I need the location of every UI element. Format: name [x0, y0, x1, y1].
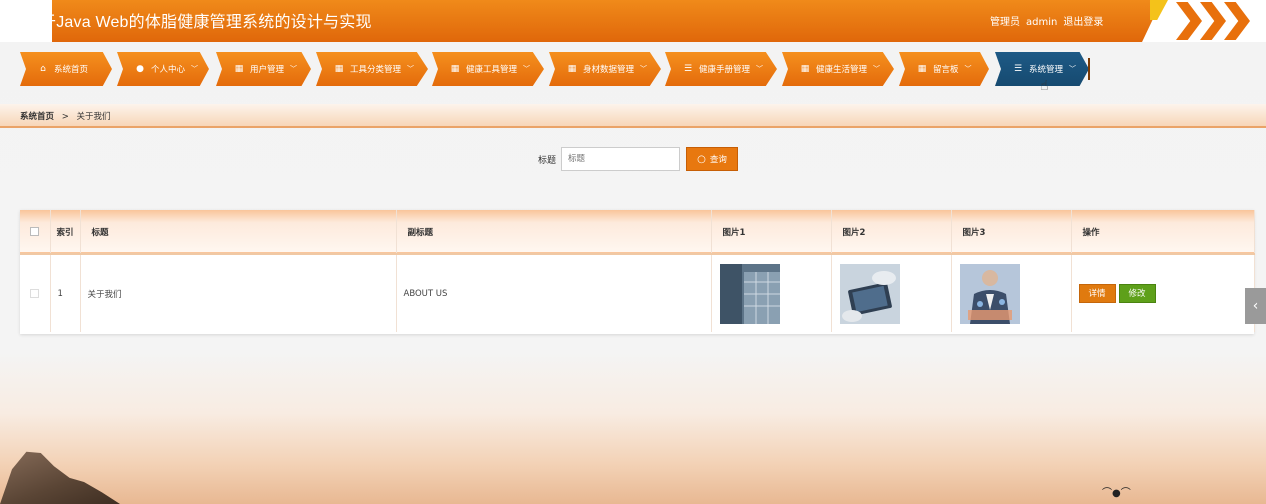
- hand-cursor-icon: ☝: [1040, 78, 1049, 94]
- row-image-3: [951, 254, 1072, 332]
- breadcrumb-home[interactable]: 系统首页: [20, 112, 54, 122]
- row-actions: 详情 修改: [1071, 254, 1255, 332]
- chevron-down-icon: ﹀: [1069, 65, 1077, 73]
- edit-button[interactable]: 修改: [1118, 284, 1156, 303]
- data-table: 索引 标题 副标题 图片1 图片2 图片3 操作 1 关于我们 ABOUT US: [20, 210, 1255, 334]
- nav-item-users[interactable]: ▦ 用户管理 ﹀: [216, 52, 311, 86]
- nav-item-home[interactable]: ⌂ 系统首页: [20, 52, 112, 86]
- chevron-down-icon: ﹀: [756, 65, 764, 73]
- grid-icon: ▦: [917, 64, 927, 74]
- nav-item-health-manual[interactable]: ☰ 健康手册管理 ﹀: [665, 52, 777, 86]
- nav-item-label: 用户管理: [250, 65, 285, 75]
- breadcrumb: 系统首页 > 关于我们: [20, 110, 111, 122]
- logout-link[interactable]: 退出登录: [1063, 17, 1103, 28]
- username: admin: [1026, 17, 1058, 28]
- nav-item-label: 系统首页: [54, 65, 89, 75]
- grid-icon: ▦: [450, 64, 460, 74]
- column-header[interactable]: 图片2: [831, 210, 952, 254]
- chevron-decoration-icon: [1200, 2, 1226, 40]
- row-title: 关于我们: [80, 254, 397, 332]
- grid-icon: ▦: [334, 64, 344, 74]
- column-header: 操作: [1071, 210, 1255, 254]
- grid-icon: ▦: [234, 64, 244, 74]
- nav-item-label: 留言板: [933, 65, 959, 75]
- tablet-photo-thumbnail[interactable]: [839, 263, 900, 324]
- row-image-1: [711, 254, 832, 332]
- breadcrumb-current: 关于我们: [76, 112, 111, 122]
- row-index: 1: [50, 254, 81, 332]
- grid-icon: ▦: [800, 64, 810, 74]
- search-icon: ○: [697, 153, 706, 165]
- chevron-down-icon: ﹀: [523, 65, 531, 73]
- nav-item-label: 身材数据管理: [583, 65, 635, 75]
- breadcrumb-bar: 系统首页 > 关于我们: [0, 104, 1266, 128]
- nav-item-label: 个人中心: [151, 65, 186, 75]
- chevron-down-icon: ﹀: [640, 65, 648, 73]
- user-area: 管理员 admin 退出登录: [990, 13, 1109, 28]
- nav-item-tool-categories[interactable]: ▦ 工具分类管理 ﹀: [316, 52, 428, 86]
- row-checkbox[interactable]: [20, 254, 51, 332]
- nav-item-message-board[interactable]: ▦ 留言板 ﹀: [899, 52, 989, 86]
- chevron-decoration-icon: [1224, 2, 1250, 40]
- chevron-down-icon: ﹀: [873, 65, 881, 73]
- column-header[interactable]: 索引: [50, 210, 81, 254]
- nav-item-label: 工具分类管理: [350, 65, 402, 75]
- nav-item-label: 系统管理: [1029, 65, 1064, 75]
- nav-item-label: 健康生活管理: [816, 65, 868, 75]
- chevron-down-icon: ﹀: [964, 65, 972, 73]
- header-accent-stripe: [1150, 0, 1168, 20]
- column-header[interactable]: 标题: [80, 210, 397, 254]
- nav-item-health-tools[interactable]: ▦ 健康工具管理 ﹀: [432, 52, 544, 86]
- mountain-decoration: [0, 451, 120, 504]
- nav-item-healthy-living[interactable]: ▦ 健康生活管理 ﹀: [782, 52, 894, 86]
- header: 于Java Web的体脂健康管理系统的设计与实现 管理员 admin 退出登录: [0, 0, 1266, 42]
- chevron-down-icon: ﹀: [191, 65, 199, 73]
- building-photo-thumbnail[interactable]: [719, 263, 780, 324]
- nav-item-profile[interactable]: ● 个人中心 ﹀: [117, 52, 209, 86]
- chevron-down-icon: ﹀: [407, 65, 415, 73]
- home-icon: ⌂: [40, 64, 46, 74]
- list-icon: ☰: [1013, 64, 1023, 74]
- side-collapse-tab[interactable]: ‹: [1245, 288, 1266, 324]
- row-subtitle: ABOUT US: [396, 254, 712, 332]
- app-title: 于Java Web的体脂健康管理系统的设计与实现: [40, 14, 372, 31]
- bird-decoration-icon: ⌒●⌒: [1102, 488, 1131, 499]
- search-button-label: 查询: [709, 155, 727, 165]
- nav-item-body-data[interactable]: ▦ 身材数据管理 ﹀: [549, 52, 661, 86]
- breadcrumb-separator: >: [61, 112, 69, 122]
- nav-item-label: 健康工具管理: [466, 65, 518, 75]
- nav-item-label: 健康手册管理: [699, 65, 751, 75]
- user-icon: ●: [136, 64, 144, 74]
- main-nav: ⌂ 系统首页 ● 个人中心 ﹀ ▦ 用户管理 ﹀ ▦ 工具分类管理 ﹀ ▦ 健康工具管理 ﹀ ▦ 身…: [20, 52, 1266, 86]
- search-input[interactable]: [561, 147, 680, 171]
- column-header[interactable]: 副标题: [396, 210, 712, 254]
- select-all-checkbox[interactable]: [20, 210, 51, 254]
- search-label: 标题: [538, 156, 557, 166]
- table-header-row: 索引 标题 副标题 图片1 图片2 图片3 操作: [20, 210, 1255, 254]
- column-header[interactable]: 图片3: [951, 210, 1072, 254]
- column-header[interactable]: 图片1: [711, 210, 832, 254]
- row-image-2: [831, 254, 952, 332]
- list-icon: ☰: [683, 64, 693, 74]
- business-person-photo-thumbnail[interactable]: [959, 263, 1020, 324]
- nav-divider: [1088, 58, 1090, 80]
- grid-icon: ▦: [567, 64, 577, 74]
- search-button[interactable]: ○ 查询: [686, 147, 738, 171]
- detail-button[interactable]: 详情: [1078, 284, 1116, 303]
- chevron-decoration-icon: [1176, 2, 1202, 40]
- chevron-down-icon: ﹀: [290, 65, 298, 73]
- table-row: 1 关于我们 ABOUT US 详情 修改: [20, 254, 1255, 332]
- role-label: 管理员: [990, 17, 1020, 28]
- chevron-left-icon: ‹: [1252, 298, 1259, 314]
